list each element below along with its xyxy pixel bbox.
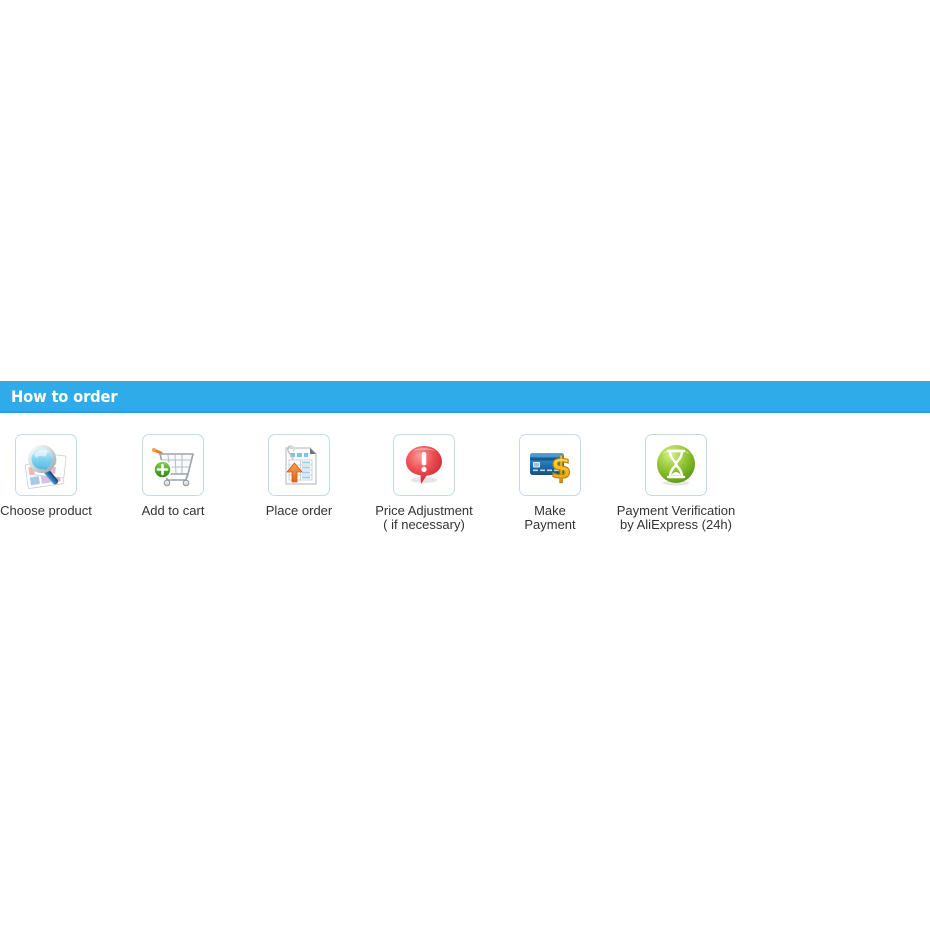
order-form-upload-icon [274, 440, 324, 490]
red-exclamation-bubble-icon [399, 440, 449, 490]
step-payment-verification[interactable]: Payment Verification by AliExpress (24h) [613, 434, 739, 532]
credit-card-dollar-icon: $ [525, 440, 575, 490]
step-payment-verification-icon-box[interactable] [645, 434, 707, 496]
step-make-payment-label: Make Payment [524, 503, 576, 532]
shopping-cart-add-icon [148, 440, 198, 490]
how-to-order-steps: Choose product Add to cart Place order P… [0, 413, 930, 543]
step-price-adjustment-icon-box[interactable] [393, 434, 455, 496]
step-add-to-cart-label: Add to cart [141, 503, 205, 518]
page-top-blank-area [0, 0, 930, 381]
step-make-payment[interactable]: $ Make Payment [487, 434, 613, 532]
step-place-order-label: Place order [265, 503, 333, 518]
how-to-order-header: How to order [0, 381, 930, 413]
step-place-order[interactable]: Place order [236, 434, 362, 518]
step-choose-product[interactable]: Choose product [0, 434, 109, 518]
green-hourglass-icon [651, 440, 701, 490]
step-price-adjustment-label: Price Adjustment ( if necessary) [375, 503, 473, 532]
step-choose-product-label: Choose product [0, 503, 92, 518]
step-add-to-cart[interactable]: Add to cart [110, 434, 236, 518]
svg-text:$: $ [551, 451, 572, 486]
step-add-to-cart-icon-box[interactable] [142, 434, 204, 496]
step-price-adjustment[interactable]: Price Adjustment ( if necessary) [361, 434, 487, 532]
step-make-payment-icon-box[interactable]: $ [519, 434, 581, 496]
section-title: How to order [11, 386, 118, 406]
magnifier-over-photos-icon [21, 440, 71, 490]
step-place-order-icon-box[interactable] [268, 434, 330, 496]
step-choose-product-icon-box[interactable] [15, 434, 77, 496]
step-payment-verification-label: Payment Verification by AliExpress (24h) [616, 503, 736, 532]
